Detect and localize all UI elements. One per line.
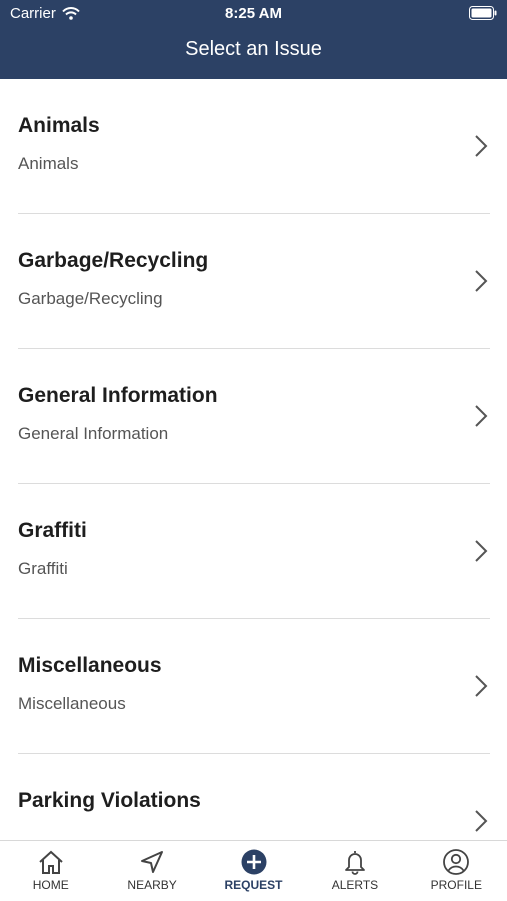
issue-list: Animals Animals Garbage/Recycling Garbag… (0, 79, 507, 840)
location-arrow-icon (141, 851, 164, 873)
issue-subtitle: Animals (18, 154, 79, 173)
list-item-animals[interactable]: Animals Animals (18, 79, 490, 214)
tab-nearby[interactable]: NEARBY (101, 841, 202, 901)
header: Carrier 8:25 AM Select an Issue (0, 0, 507, 79)
battery-icon (469, 6, 497, 20)
chevron-right-icon (475, 675, 488, 697)
tab-request[interactable]: REQUEST (203, 841, 304, 901)
list-item-general-information[interactable]: General Information General Information (18, 349, 490, 484)
page-title: Select an Issue (185, 38, 322, 60)
list-item-garbage-recycling[interactable]: Garbage/Recycling Garbage/Recycling (18, 214, 490, 349)
issue-name: Parking Violations (18, 789, 201, 812)
issue-name: Garbage/Recycling (18, 249, 209, 272)
tab-home[interactable]: HOME (0, 841, 101, 901)
tab-label: HOME (32, 878, 69, 892)
tab-label: REQUEST (224, 878, 283, 892)
list-item-graffiti[interactable]: Graffiti Graffiti (18, 484, 490, 619)
issue-subtitle: Graffiti (18, 559, 68, 578)
chevron-right-icon (475, 405, 488, 427)
issue-subtitle: Garbage/Recycling (18, 289, 163, 308)
chevron-right-icon (475, 270, 488, 292)
chevron-right-icon (475, 810, 488, 832)
issue-name: Miscellaneous (18, 654, 162, 677)
list-item-parking-violations[interactable]: Parking Violations (18, 754, 490, 840)
home-icon (39, 850, 63, 874)
tab-label: PROFILE (430, 878, 482, 892)
chevron-right-icon (475, 135, 488, 157)
issue-name: General Information (18, 384, 218, 407)
issue-name: Graffiti (18, 519, 87, 542)
status-bar: Carrier 8:25 AM (0, 0, 507, 28)
tab-label: NEARBY (127, 878, 177, 892)
user-circle-icon (443, 849, 470, 875)
bell-icon (345, 851, 365, 875)
issue-subtitle: Miscellaneous (18, 694, 126, 713)
list-item-miscellaneous[interactable]: Miscellaneous Miscellaneous (18, 619, 490, 754)
issue-subtitle: General Information (18, 424, 169, 443)
tab-bar: HOME NEARBY REQUEST ALERTS PROFILE (0, 840, 507, 901)
tab-alerts[interactable]: ALERTS (304, 841, 405, 901)
chevron-right-icon (475, 540, 488, 562)
tab-profile[interactable]: PROFILE (406, 841, 507, 901)
plus-circle-icon (241, 849, 267, 875)
status-time: 8:25 AM (225, 5, 282, 22)
tab-label: ALERTS (331, 878, 379, 892)
issue-name: Animals (18, 114, 100, 137)
